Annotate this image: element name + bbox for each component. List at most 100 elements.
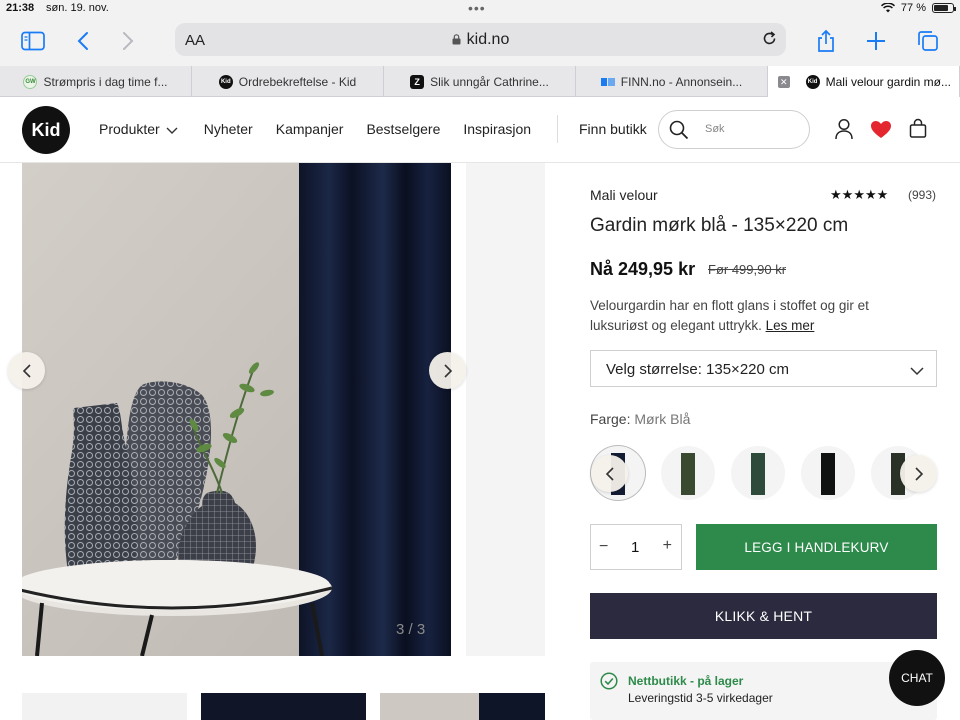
delivery-time: Leveringstid 3-5 virkedager [628, 691, 773, 705]
tab-title: Slik unngår Cathrine... [430, 74, 549, 89]
nav-bestselgere[interactable]: Bestselgere [366, 121, 440, 138]
address-bar[interactable]: AA kid.no [175, 23, 786, 56]
chevron-right-icon [914, 466, 923, 481]
main-nav: Produkter Nyheter Kampanjer Bestselgere … [99, 121, 531, 138]
gw-icon: GW [23, 74, 38, 89]
kid-icon: Kid [218, 74, 233, 89]
chevron-down-icon [910, 363, 924, 381]
product-photo [22, 163, 451, 656]
tab-overview-icon[interactable] [913, 26, 943, 56]
chevron-left-icon [605, 466, 614, 481]
color-swatch[interactable] [801, 446, 855, 500]
star-icon: ★ [841, 187, 854, 202]
search-placeholder: Søk [705, 123, 725, 135]
new-tab-icon[interactable] [861, 26, 891, 56]
swatch-curtain-image [821, 453, 835, 495]
read-more-link[interactable]: Les mer [766, 318, 815, 333]
chevron-down-icon[interactable] [166, 122, 178, 138]
thumbnail[interactable] [22, 693, 187, 720]
check-circle-icon [600, 672, 618, 695]
review-count[interactable]: (993) [908, 188, 936, 202]
kid-logo[interactable]: Kid [22, 106, 70, 154]
battery-percent: 77 % [900, 2, 926, 14]
multitasking-dots-icon[interactable]: ••• [468, 0, 486, 16]
favorites-heart-icon[interactable] [870, 120, 892, 144]
back-icon[interactable] [68, 26, 98, 56]
close-tab-icon[interactable]: ✕ [778, 75, 790, 88]
size-select[interactable]: Velg størrelse: 135×220 cm [590, 350, 937, 387]
status-time: 21:38 [6, 2, 35, 14]
tab-title: Mali velour gardin mø... [825, 74, 951, 89]
add-to-cart-button[interactable]: LEGG I HANDLEKURV [696, 524, 937, 570]
image-counter: 3 / 3 [396, 621, 426, 638]
browser-toolbar: AA kid.no [0, 18, 960, 66]
product-brand[interactable]: Mali velour [590, 187, 658, 203]
color-value: Mørk Blå [634, 411, 691, 427]
battery-icon [932, 3, 956, 13]
find-store-link[interactable]: Finn butikk [579, 121, 647, 137]
tab-strompris[interactable]: GW Strømpris i dag time f... [0, 66, 192, 97]
gallery-next-button[interactable] [429, 352, 466, 389]
chevron-right-icon [443, 363, 452, 378]
click-and-collect-button[interactable]: KLIKK & HENT [590, 593, 937, 639]
nav-inspirasjon[interactable]: Inspirasjon [463, 121, 531, 138]
color-swatch[interactable] [731, 446, 785, 500]
old-price: Før 499,90 kr [708, 262, 787, 277]
thumbnail[interactable] [380, 693, 545, 720]
nav-kampanjer[interactable]: Kampanjer [276, 121, 344, 138]
quantity-stepper: − 1 + [590, 524, 682, 570]
forward-icon[interactable] [113, 26, 143, 56]
color-swatch[interactable] [661, 446, 715, 500]
star-icon: ★ [853, 187, 865, 202]
tab-ordrebekreftelse[interactable]: Kid Ordrebekreftelse - Kid [192, 66, 384, 97]
share-icon[interactable] [811, 26, 841, 56]
tab-title: Ordrebekreftelse - Kid [238, 74, 357, 89]
finn-icon [600, 75, 615, 89]
tab-finn[interactable]: FINN.no - Annonsein... [576, 66, 768, 97]
shopping-bag-icon[interactable] [909, 118, 927, 143]
search-input[interactable]: Søk [658, 110, 810, 149]
wifi-icon [880, 3, 895, 13]
swatch-curtain-image [681, 453, 695, 495]
tab-title: Strømpris i dag time f... [43, 74, 168, 89]
tab-title: FINN.no - Annonsein... [620, 74, 743, 89]
tab-slik-unngar[interactable]: Z Slik unngår Cathrine... [384, 66, 576, 97]
url-host: kid.no [466, 31, 510, 48]
ios-status-bar: 21:38 søn. 19. nov. ••• 77 % [0, 0, 960, 18]
product-image-next[interactable] [466, 163, 545, 656]
star-icon: ★ [830, 187, 842, 202]
chevron-left-icon [22, 363, 31, 378]
status-date: søn. 19. nov. [46, 2, 109, 14]
star-icon: ★ [864, 187, 877, 202]
stock-title: Nettbutikk - på lager [628, 674, 744, 688]
rating-stars[interactable]: ★★★★★ [830, 187, 888, 203]
kid-icon: Kid [805, 74, 820, 89]
description-text: Velourgardin har en flott glans i stoffe… [590, 298, 869, 333]
stock-status: Nettbutikk - på lager Leveringstid 3-5 v… [590, 662, 937, 720]
lock-icon [452, 32, 461, 45]
quantity-decrease-button[interactable]: − [599, 538, 608, 556]
quantity-value[interactable]: 1 [631, 539, 639, 556]
quantity-increase-button[interactable]: + [663, 537, 672, 555]
chat-button[interactable]: CHAT [889, 650, 945, 706]
nav-divider [557, 115, 558, 143]
reload-icon[interactable] [761, 30, 778, 52]
swatches-prev-button[interactable] [591, 455, 628, 492]
thumbnail[interactable] [201, 693, 366, 720]
size-select-value: Velg størrelse: 135×220 cm [606, 361, 790, 378]
nav-nyheter[interactable]: Nyheter [204, 121, 253, 138]
site-header: Kid Produkter Nyheter Kampanjer Bestselg… [0, 97, 960, 163]
tab-bar: GW Strømpris i dag time f... Kid Ordrebe… [0, 66, 960, 97]
color-label: Farge: Mørk Blå [590, 411, 691, 427]
current-price: Nå 249,95 kr [590, 259, 696, 279]
product-image-main[interactable]: 3 / 3 [22, 163, 451, 656]
product-title: Gardin mørk blå - 135×220 cm [590, 215, 849, 236]
account-icon[interactable] [834, 118, 854, 145]
gallery-prev-button[interactable] [8, 352, 45, 389]
nav-produkter[interactable]: Produkter [99, 121, 160, 138]
sidebar-toggle-icon[interactable] [18, 26, 48, 56]
search-icon [669, 120, 689, 145]
swatches-next-button[interactable] [900, 455, 937, 492]
tab-mali-velour-active[interactable]: ✕ Kid Mali velour gardin mø... [768, 66, 960, 97]
swatch-curtain-image [751, 453, 765, 495]
